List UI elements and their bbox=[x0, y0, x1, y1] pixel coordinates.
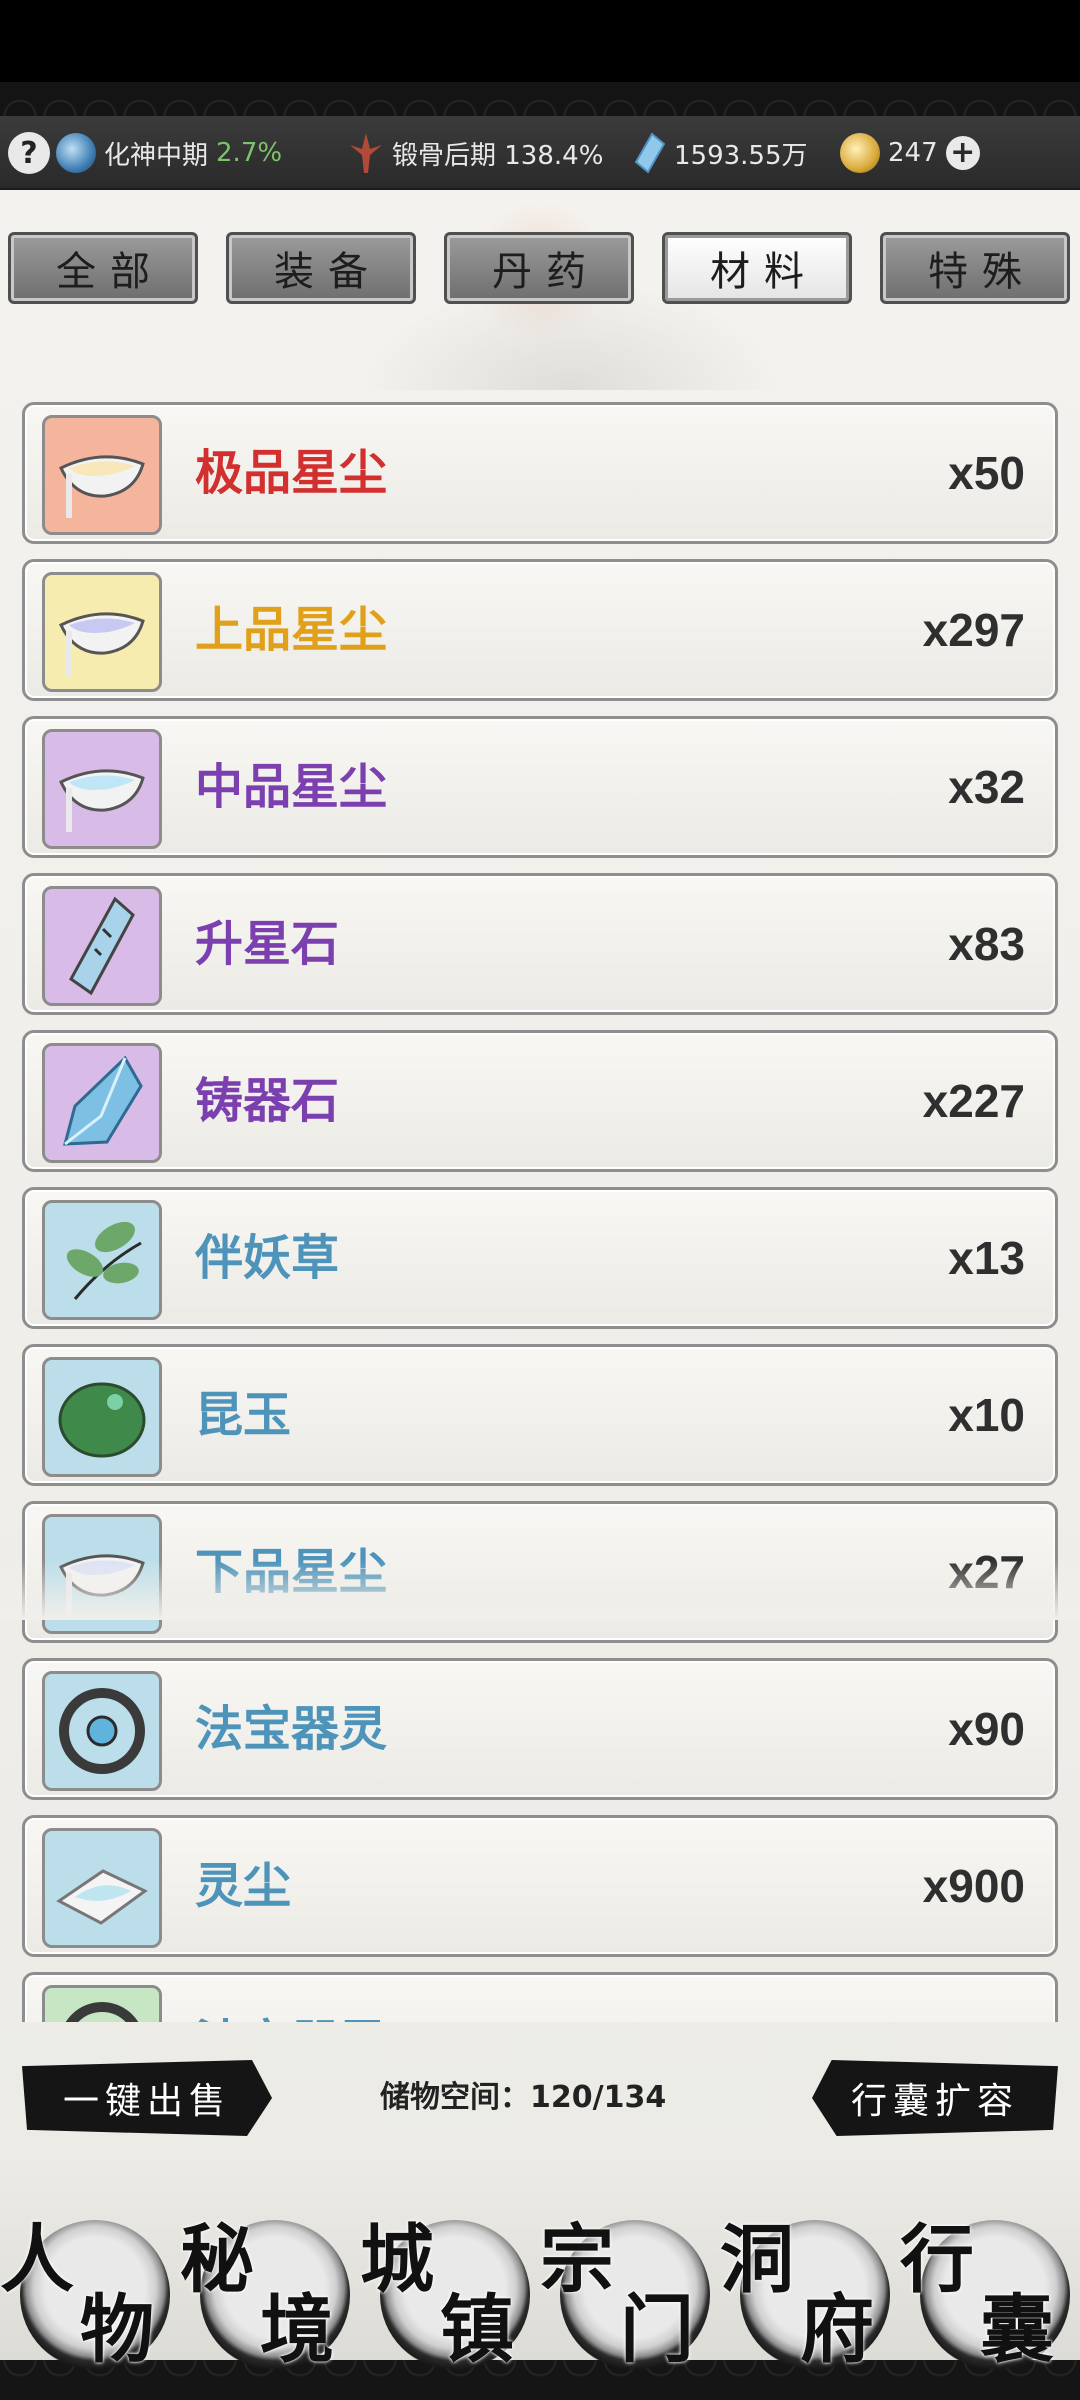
storage-label: 储物空间： bbox=[380, 2080, 530, 2115]
star-stone-icon bbox=[42, 886, 162, 1006]
item-count: x900 bbox=[922, 1860, 1025, 1912]
item-name: 昆玉 bbox=[195, 1387, 292, 1443]
nav-char: 宗 bbox=[540, 2217, 614, 2303]
item-count: x297 bbox=[922, 604, 1025, 656]
bottom-nav: 人 物 秘 境 城 镇 宗 门 洞 府 行 囊 bbox=[0, 2160, 1080, 2400]
item-name: 极品星尘 bbox=[195, 445, 388, 501]
help-button[interactable]: ? bbox=[8, 116, 50, 190]
nav-cave-dwelling[interactable]: 洞 府 bbox=[720, 2200, 900, 2380]
nav-char: 行 bbox=[900, 2217, 974, 2303]
spirit-stone-value: 1593.55万 bbox=[674, 140, 808, 171]
item-count: x13 bbox=[948, 1232, 1025, 1284]
list-item[interactable]: 法宝器灵 x90 bbox=[22, 1658, 1058, 1800]
item-name: 法宝器灵 bbox=[195, 1975, 387, 2022]
list-item[interactable]: 中品星尘 x32 bbox=[22, 716, 1058, 858]
storage-value: 120/134 bbox=[530, 2080, 667, 2115]
item-name: 上品星尘 bbox=[195, 602, 388, 658]
item-count: x32 bbox=[948, 761, 1025, 813]
realm-label: 化神中期 bbox=[104, 140, 209, 171]
jade-value: 247 bbox=[888, 138, 938, 168]
action-row: 一键出售 储物空间：120/134 行囊扩容 bbox=[0, 2060, 1080, 2136]
herb-leaf-icon bbox=[42, 1200, 162, 1320]
item-name: 灵尘 bbox=[195, 1858, 292, 1914]
nav-char: 城 bbox=[360, 2217, 434, 2303]
system-status-bar bbox=[0, 0, 1080, 82]
item-count: x90 bbox=[948, 1975, 1025, 2022]
crystal-icon bbox=[42, 1043, 162, 1163]
nav-char: 人 bbox=[0, 2217, 74, 2303]
nav-character[interactable]: 人 物 bbox=[0, 2200, 180, 2380]
realm-percent: 2.7% bbox=[216, 138, 283, 168]
item-name: 升星石 bbox=[195, 916, 340, 972]
item-name: 法宝器灵 bbox=[195, 1701, 388, 1757]
tab-materials[interactable]: 材料 bbox=[662, 232, 852, 304]
tab-special[interactable]: 特殊 bbox=[880, 232, 1070, 304]
stardust-bowl-icon bbox=[42, 729, 162, 849]
list-item[interactable]: 昆玉 x10 bbox=[22, 1344, 1058, 1486]
add-currency-button[interactable]: + bbox=[945, 136, 980, 170]
list-item[interactable]: 极品星尘 x50 bbox=[22, 402, 1058, 544]
stardust-bowl-icon bbox=[42, 572, 162, 692]
item-count: x50 bbox=[948, 447, 1025, 499]
storage-info: 储物空间：120/134 bbox=[380, 2060, 666, 2136]
category-tabs: 全部 装备 丹药 材料 特殊 bbox=[8, 232, 1072, 304]
jade-status[interactable]: 247 + bbox=[840, 116, 980, 190]
nav-secret-realm[interactable]: 秘 境 bbox=[180, 2200, 360, 2380]
item-count: x227 bbox=[922, 1075, 1025, 1127]
nav-char: 境 bbox=[260, 2287, 334, 2373]
list-item[interactable]: 上品星尘 x297 bbox=[22, 559, 1058, 701]
jade-stone-icon bbox=[42, 1357, 162, 1477]
spirit-stone-status[interactable]: 1593.55万 bbox=[632, 116, 808, 190]
spirit-stone-icon bbox=[634, 132, 666, 174]
spirit-dust-icon bbox=[42, 1828, 162, 1948]
item-count: x83 bbox=[948, 918, 1025, 970]
realm-status[interactable]: 化神中期 2.7% bbox=[56, 116, 282, 190]
item-count: x90 bbox=[948, 1703, 1025, 1755]
list-item[interactable]: 灵尘 x900 bbox=[22, 1815, 1058, 1957]
stardust-bowl-icon bbox=[42, 415, 162, 535]
nav-town[interactable]: 城 镇 bbox=[360, 2200, 540, 2380]
nav-char: 囊 bbox=[980, 2287, 1054, 2373]
list-item[interactable]: 铸器石 x227 bbox=[22, 1030, 1058, 1172]
item-count: x10 bbox=[948, 1389, 1025, 1441]
item-list[interactable]: 极品星尘 x50 上品星尘 x297 中品星尘 x32 升星石 x83 铸器石 x227 … bbox=[22, 402, 1058, 2022]
decorative-wave-border bbox=[0, 82, 1080, 116]
question-icon: ? bbox=[8, 132, 50, 174]
resource-bar: ? 化神中期 2.7% 锻骨后期 138.4% 1593.55万 247 + bbox=[0, 116, 1080, 190]
tab-equipment[interactable]: 装备 bbox=[226, 232, 416, 304]
list-item[interactable]: 升星石 x83 bbox=[22, 873, 1058, 1015]
nav-char: 镇 bbox=[440, 2287, 514, 2373]
sell-all-button[interactable]: 一键出售 bbox=[22, 2060, 272, 2136]
tab-all[interactable]: 全部 bbox=[8, 232, 198, 304]
expand-bag-button[interactable]: 行囊扩容 bbox=[812, 2060, 1058, 2136]
nav-bag[interactable]: 行 囊 bbox=[900, 2200, 1080, 2380]
nav-char: 府 bbox=[800, 2287, 874, 2373]
yin-yang-icon bbox=[56, 133, 96, 173]
nav-char: 秘 bbox=[180, 2217, 254, 2303]
body-label: 锻骨后期 138.4% bbox=[392, 140, 604, 171]
list-item[interactable]: 法宝器灵 x90 bbox=[22, 1972, 1058, 2022]
item-name: 伴妖草 bbox=[195, 1230, 340, 1286]
item-name: 铸器石 bbox=[195, 1073, 340, 1129]
artifact-spirit-icon bbox=[42, 1985, 162, 2022]
item-name: 中品星尘 bbox=[195, 759, 388, 815]
list-item[interactable]: 伴妖草 x13 bbox=[22, 1187, 1058, 1329]
nav-sect[interactable]: 宗 门 bbox=[540, 2200, 720, 2380]
nav-char: 物 bbox=[80, 2287, 154, 2373]
list-fade bbox=[0, 1560, 1080, 1620]
artifact-spirit-icon bbox=[42, 1671, 162, 1791]
nav-char: 门 bbox=[620, 2287, 694, 2373]
tab-pills[interactable]: 丹药 bbox=[444, 232, 634, 304]
spear-icon bbox=[350, 133, 382, 173]
coin-icon bbox=[840, 133, 880, 173]
body-status[interactable]: 锻骨后期 138.4% bbox=[348, 116, 603, 190]
nav-char: 洞 bbox=[720, 2217, 794, 2303]
